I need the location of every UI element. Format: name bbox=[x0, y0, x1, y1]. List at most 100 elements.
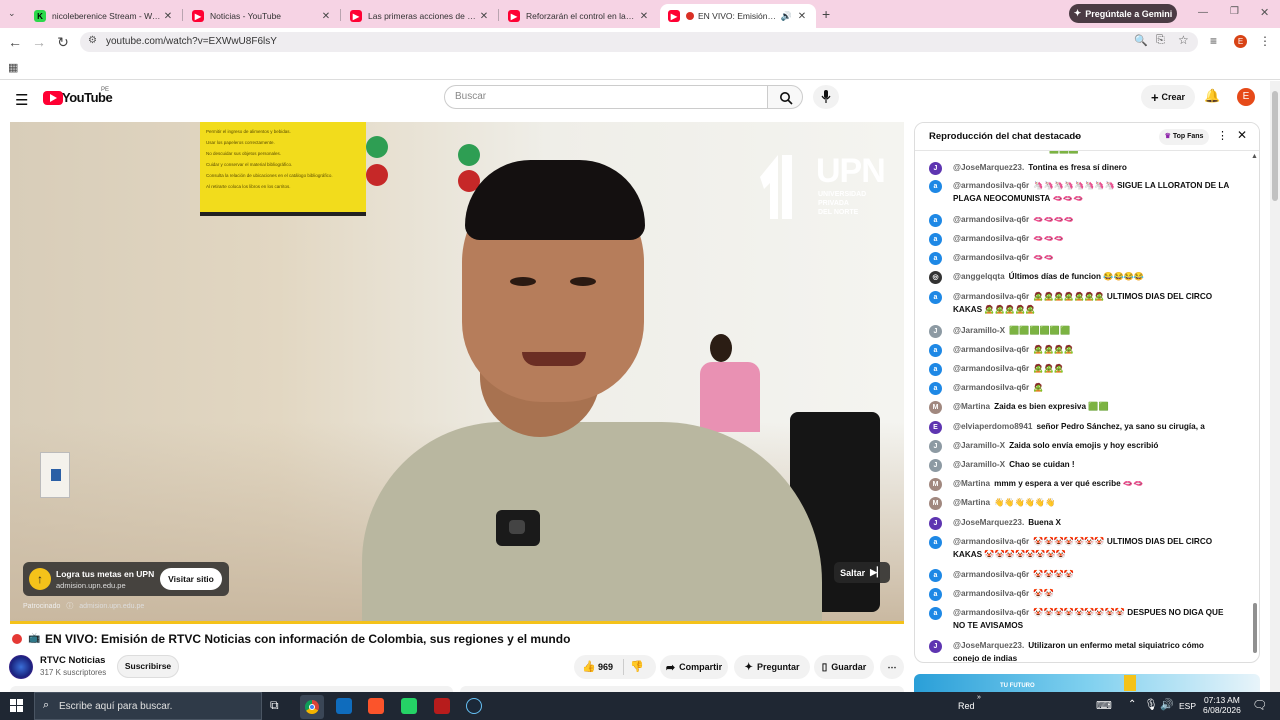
chat-author[interactable]: @Martina bbox=[953, 498, 990, 507]
chat-message[interactable]: a @armandosilva-q6r 🫦🫦🫦 bbox=[929, 232, 1229, 246]
voice-search-button[interactable] bbox=[813, 85, 839, 109]
chat-avatar[interactable]: J bbox=[929, 325, 942, 338]
channel-name[interactable]: RTVC Noticias bbox=[40, 655, 105, 666]
chat-avatar[interactable]: a bbox=[929, 233, 942, 246]
chat-author[interactable]: @armandosilva-q6r bbox=[953, 215, 1029, 224]
chat-avatar[interactable]: ◎ bbox=[929, 271, 942, 284]
chat-message[interactable]: J @Jaramillo-X Zaida solo envía emojis y h… bbox=[929, 439, 1229, 453]
clock[interactable]: 07:13 AM 6/08/2026 bbox=[1203, 695, 1241, 715]
create-button[interactable]: + Crear bbox=[1141, 85, 1195, 109]
chat-author[interactable]: @anggelqqta bbox=[953, 272, 1005, 281]
chat-avatar[interactable]: a bbox=[929, 607, 942, 620]
chat-author[interactable]: @armandosilva-q6r bbox=[953, 364, 1029, 373]
channel-avatar[interactable] bbox=[9, 655, 33, 679]
close-icon[interactable]: ✕ bbox=[320, 11, 332, 22]
account-avatar[interactable]: E bbox=[1237, 88, 1255, 106]
chat-message[interactable]: a @armandosilva-q6r 🤡🤡🤡🤡🤡🤡🤡🤡🤡 DESPUES NO D… bbox=[929, 606, 1229, 632]
chat-author[interactable]: @armandosilva-q6r bbox=[953, 253, 1029, 262]
chat-message[interactable]: a @armandosilva-q6r 🤡🤡🤡🤡🤡🤡🤡 ULTIMOS DIAS D… bbox=[929, 535, 1229, 561]
chat-avatar[interactable]: a bbox=[929, 291, 942, 304]
chat-menu-icon[interactable]: ⋮ bbox=[1217, 129, 1228, 142]
chat-author[interactable]: @armandosilva-q6r bbox=[953, 234, 1029, 243]
chat-avatar[interactable]: a bbox=[929, 536, 942, 549]
browser-tab-active[interactable]: ▶ EN VIVO: Emisión de 🔊 ✕ bbox=[660, 4, 816, 28]
address-bar[interactable]: ⚙ youtube.com/watch?v=EXWwU8F6lsY 🔍 ⎘ ☆ bbox=[80, 32, 1198, 52]
apps-grid-icon[interactable]: ▦ bbox=[8, 61, 18, 74]
chat-message[interactable]: M @Martina Zaida es bien expresiva 🟩🟩 bbox=[929, 400, 1229, 414]
chat-author[interactable]: @JoseMarquez23. bbox=[953, 163, 1024, 172]
language-indicator[interactable]: ESP bbox=[1179, 701, 1196, 711]
bookmark-star-icon[interactable]: ☆ bbox=[1178, 33, 1189, 47]
chat-message[interactable]: a @armandosilva-q6r 🤡🤡 bbox=[929, 587, 1229, 601]
chat-author[interactable]: @Jaramillo-X bbox=[953, 326, 1005, 335]
chat-avatar[interactable]: J bbox=[929, 440, 942, 453]
chat-message[interactable]: M @Martina 👋👋👋👋👋👋 bbox=[929, 496, 1229, 510]
chat-author[interactable]: @armandosilva-q6r bbox=[953, 345, 1029, 354]
chat-author[interactable]: @armandosilva-q6r bbox=[953, 292, 1029, 301]
chat-avatar[interactable]: M bbox=[929, 401, 942, 414]
browser-tab[interactable]: ▶ Las primeras acciones de Keiko ✕ bbox=[342, 4, 498, 28]
chat-message[interactable]: a @armandosilva-q6r 🧟 bbox=[929, 381, 1229, 395]
thumbs-down-icon[interactable]: 👎 bbox=[630, 660, 644, 673]
hamburger-menu-icon[interactable]: ☰ bbox=[15, 91, 28, 109]
chat-message[interactable]: ◎ @anggelqqta Últimos días de funcion 😂😂😂😂 bbox=[929, 270, 1229, 284]
notification-center-icon[interactable]: 🗨 bbox=[1252, 698, 1267, 712]
chat-author[interactable]: @armandosilva-q6r bbox=[953, 608, 1029, 617]
chat-author[interactable]: @Martina bbox=[953, 402, 990, 411]
visit-site-button[interactable]: Visitar sitio bbox=[160, 568, 222, 590]
search-button[interactable] bbox=[767, 85, 803, 109]
chat-author[interactable]: @Jaramillo-X bbox=[953, 460, 1005, 469]
chat-avatar[interactable]: J bbox=[929, 459, 942, 472]
chat-message[interactable]: J @JoseMarquez23. Utilizaron un enfermo me… bbox=[929, 639, 1229, 662]
chat-message[interactable]: J @JoseMarquez23. Buena X bbox=[929, 516, 1229, 530]
chat-message[interactable]: a @armandosilva-q6r 🧟🧟🧟🧟 bbox=[929, 343, 1229, 357]
chat-author[interactable]: @JoseMarquez23. bbox=[953, 641, 1024, 650]
chat-message[interactable]: a @armandosilva-q6r 🤡🤡🤡🤡 bbox=[929, 568, 1229, 582]
new-tab-button[interactable]: + bbox=[822, 6, 830, 22]
close-icon[interactable]: ✕ bbox=[796, 11, 808, 22]
microphone-tray-icon[interactable]: 🎙 bbox=[1144, 698, 1158, 711]
keyboard-icon[interactable]: ⌨ bbox=[1096, 699, 1112, 712]
chat-author[interactable]: @armandosilva-q6r bbox=[953, 537, 1029, 546]
promo-banner[interactable]: TU FUTURO bbox=[914, 674, 1260, 692]
share-button[interactable]: ➦ Compartir bbox=[660, 655, 728, 679]
whatsapp-icon[interactable] bbox=[401, 698, 417, 714]
chat-message[interactable]: E @elviaperdomo8941 señor Pedro Sánchez, y… bbox=[929, 420, 1229, 434]
close-icon[interactable]: ✕ bbox=[478, 11, 490, 22]
windows-start-icon[interactable] bbox=[10, 699, 24, 713]
forward-icon[interactable]: → bbox=[31, 34, 47, 50]
tray-chevron-icon[interactable]: ⌃ bbox=[1128, 699, 1136, 710]
reload-icon[interactable]: ↻ bbox=[55, 34, 71, 50]
chat-author[interactable]: @armandosilva-q6r bbox=[953, 181, 1029, 190]
ad-progress-bar[interactable] bbox=[10, 621, 904, 624]
chat-avatar[interactable]: a bbox=[929, 569, 942, 582]
chat-author[interactable]: @armandosilva-q6r bbox=[953, 589, 1029, 598]
close-chat-icon[interactable]: ✕ bbox=[1237, 128, 1247, 142]
video-player[interactable]: Permitir el ingreso de alimentos y bebid… bbox=[10, 122, 904, 624]
chat-message[interactable]: a @armandosilva-q6r 🫦🫦🫦🫦 bbox=[929, 213, 1229, 227]
browser-tab[interactable]: K nicoleberenice Stream - Watch ✕ bbox=[26, 4, 182, 28]
tab-search-icon[interactable]: ⌄ bbox=[8, 8, 16, 19]
chat-author[interactable]: @JoseMarquez23. bbox=[953, 518, 1024, 527]
chevron-down-icon[interactable]: ⌄ bbox=[1073, 130, 1081, 141]
chat-author[interactable]: @armandosilva-q6r bbox=[953, 383, 1029, 392]
chat-message[interactable]: J @JoseMarquez23. Tontina es fresa sí dine… bbox=[929, 161, 1229, 175]
brave-icon[interactable] bbox=[368, 698, 384, 714]
chat-avatar[interactable]: a bbox=[929, 382, 942, 395]
youtube-logo-icon[interactable] bbox=[43, 91, 63, 105]
back-icon[interactable]: ← bbox=[7, 34, 23, 50]
chat-author[interactable]: @elviaperdomo8941 bbox=[953, 422, 1032, 431]
install-icon[interactable]: ⎘ bbox=[1156, 34, 1165, 47]
chat-avatar[interactable]: a bbox=[929, 588, 942, 601]
chat-message[interactable]: M @Martina mmm y espera a ver qué escribe … bbox=[929, 477, 1229, 491]
chat-title[interactable]: Reproducción del chat destacado bbox=[929, 131, 1081, 142]
task-view-icon[interactable]: ⧉ bbox=[270, 698, 279, 713]
close-icon[interactable]: ✕ bbox=[638, 11, 650, 22]
restore-icon[interactable]: ❐ bbox=[1230, 6, 1239, 17]
chat-message[interactable]: J @Jaramillo-X Chao se cuidan ! bbox=[929, 458, 1229, 472]
browser-menu-icon[interactable]: ⋮ bbox=[1259, 34, 1271, 48]
ask-button[interactable]: ✦ Preguntar bbox=[734, 655, 810, 679]
chat-author[interactable]: @Jaramillo-X bbox=[953, 441, 1005, 450]
save-button[interactable]: ▯ Guardar bbox=[814, 655, 874, 679]
chat-avatar[interactable]: J bbox=[929, 162, 942, 175]
